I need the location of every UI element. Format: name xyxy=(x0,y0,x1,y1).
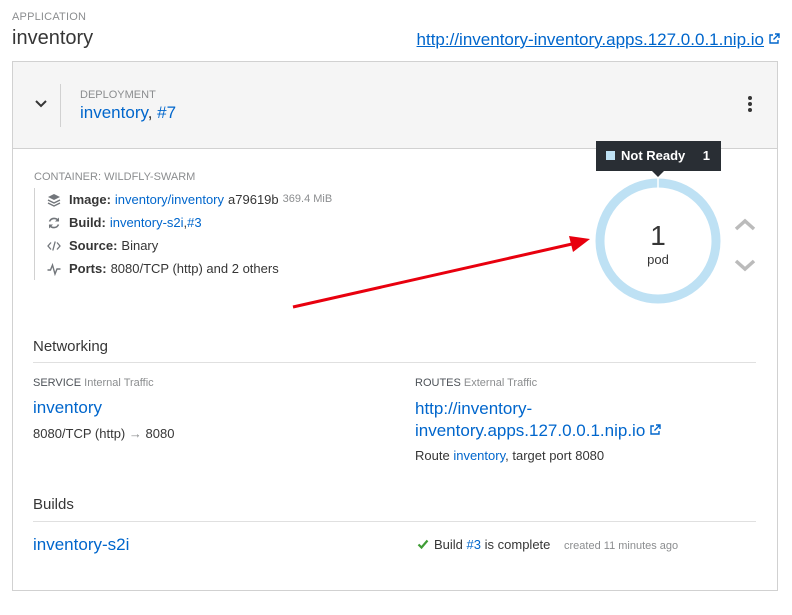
chevron-down-icon[interactable] xyxy=(33,96,49,112)
scale-down-icon[interactable] xyxy=(733,256,757,274)
external-link-icon xyxy=(650,424,661,435)
build-row: Build: inventory-s2i, #3 xyxy=(47,211,332,234)
application-name: inventory xyxy=(12,27,94,49)
build-number-status-link[interactable]: #3 xyxy=(467,537,481,552)
deployment-header: DEPLOYMENT inventory, #7 xyxy=(13,62,777,149)
route-info: Route inventory, target port 8080 xyxy=(415,448,604,463)
layers-icon xyxy=(47,193,61,207)
container-properties: Image: inventory/inventory a79619b 369.4… xyxy=(34,188,332,280)
pod-count: 1 xyxy=(650,220,666,251)
build-status-suffix: is complete xyxy=(484,537,551,552)
route-name-link[interactable]: inventory xyxy=(453,448,505,463)
code-icon xyxy=(47,240,61,251)
networking-title: Networking xyxy=(33,338,109,355)
routes-label: ROUTES External Traffic xyxy=(415,377,537,389)
service-sublabel: Internal Traffic xyxy=(84,377,154,389)
tooltip-status: Not Ready xyxy=(621,148,686,163)
pod-status-tooltip: Not Ready 1 xyxy=(596,141,721,177)
header-divider xyxy=(60,84,61,127)
source-row: Source: Binary xyxy=(47,234,332,257)
routes-label-text: ROUTES xyxy=(415,377,461,389)
route-prefix: Route xyxy=(415,448,450,463)
service-name-link[interactable]: inventory xyxy=(33,398,102,418)
networking-divider xyxy=(33,362,756,363)
external-link-icon xyxy=(769,33,780,44)
builds-divider xyxy=(33,521,756,522)
container-label: CONTAINER: WILDFLY-SWARM xyxy=(34,171,196,183)
pod-count-label: pod xyxy=(647,252,669,267)
image-row: Image: inventory/inventory a79619b 369.4… xyxy=(47,188,332,211)
route-suffix: , target port 8080 xyxy=(505,448,605,463)
build-status-prefix: Build xyxy=(434,537,463,552)
image-hash: a79619b xyxy=(228,192,279,207)
deployment-title: inventory, #7 xyxy=(80,103,176,123)
application-url-link[interactable]: http://inventory-inventory.apps.127.0.0.… xyxy=(417,30,780,50)
build-key: Build: xyxy=(69,215,106,230)
service-port-to: 8080 xyxy=(145,426,175,441)
refresh-icon xyxy=(48,217,60,228)
build-config-link[interactable]: inventory-s2i xyxy=(33,535,129,555)
deployment-label: DEPLOYMENT xyxy=(80,89,156,101)
image-key: Image: xyxy=(69,192,111,207)
service-label: SERVICE Internal Traffic xyxy=(33,377,154,389)
scale-up-icon[interactable] xyxy=(733,216,757,234)
ports-row: Ports: 8080/TCP (http) and 2 others xyxy=(47,257,332,280)
kebab-menu-icon[interactable] xyxy=(747,96,753,114)
source-key: Source: xyxy=(69,238,118,253)
deployment-revision-link[interactable]: #7 xyxy=(157,103,176,122)
route-url-line2[interactable]: inventory.apps.127.0.0.1.nip.io xyxy=(415,421,645,440)
not-ready-legend-swatch xyxy=(606,151,615,160)
route-url-link[interactable]: http://inventory-inventory.apps.127.0.0.… xyxy=(415,398,715,442)
service-port-from: 8080/TCP (http) xyxy=(33,426,126,441)
build-name-link[interactable]: inventory-s2i xyxy=(110,211,184,234)
routes-sublabel: External Traffic xyxy=(463,377,538,389)
source-value: Binary xyxy=(121,238,159,253)
application-label: APPLICATION xyxy=(12,11,87,23)
tooltip-count: 1 xyxy=(702,148,710,163)
ports-value: 8080/TCP (http) and 2 others xyxy=(110,261,279,276)
image-name-link[interactable]: inventory/inventory xyxy=(115,188,224,211)
build-created-time: created 11 minutes ago xyxy=(564,540,679,552)
deployment-separator: , xyxy=(147,103,158,122)
ports-key: Ports: xyxy=(69,261,107,276)
route-url-line1[interactable]: http://inventory- xyxy=(415,399,532,418)
service-ports: 8080/TCP (http) → 8080 xyxy=(33,426,174,441)
builds-title: Builds xyxy=(33,496,74,513)
application-url-text[interactable]: http://inventory-inventory.apps.127.0.0.… xyxy=(417,30,764,49)
pulse-icon xyxy=(47,262,61,276)
image-size: 369.4 MiB xyxy=(282,193,333,205)
build-status: Build #3 is complete created 11 minutes … xyxy=(417,537,678,552)
build-number-link[interactable]: #3 xyxy=(187,211,201,234)
service-label-text: SERVICE xyxy=(33,377,82,389)
checkmark-icon xyxy=(417,539,429,550)
deployment-name-link[interactable]: inventory xyxy=(80,103,148,122)
arrow-right-icon: → xyxy=(128,426,142,441)
